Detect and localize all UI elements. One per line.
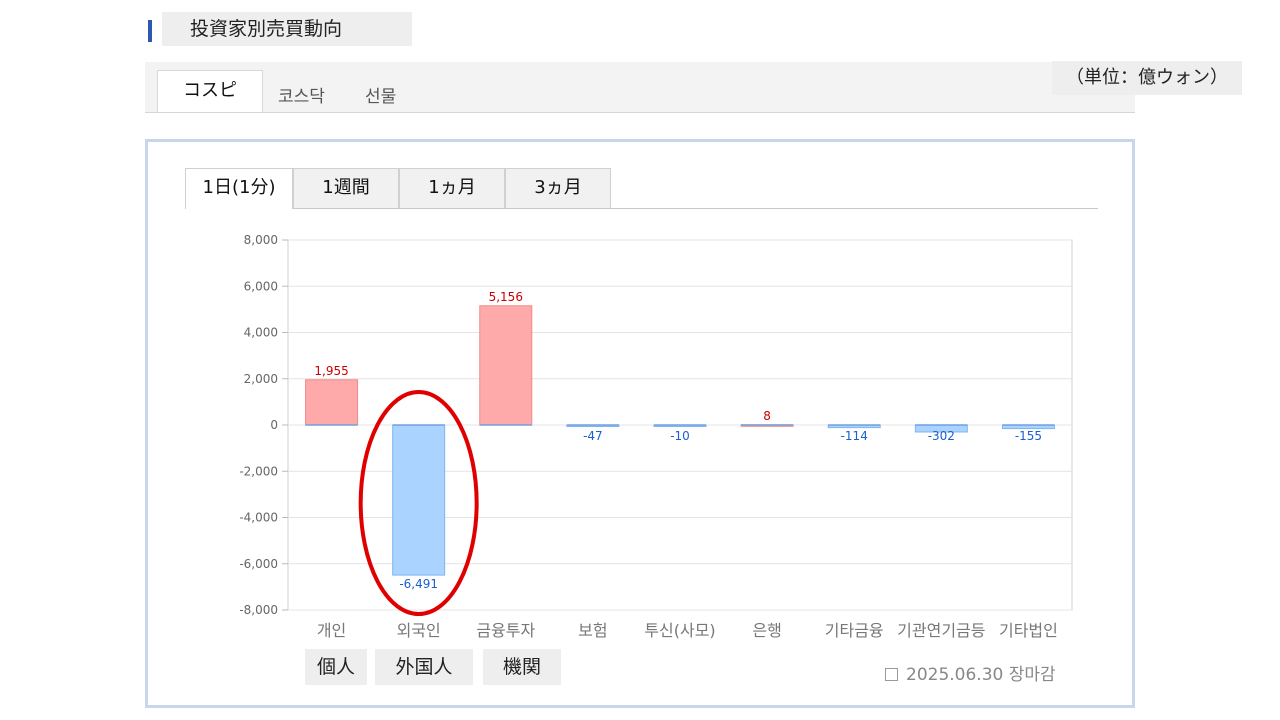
section-accent-bar: [148, 20, 152, 42]
period-tabs: 1日(1分) 1週間 1ヵ月 3ヵ月: [185, 168, 1098, 209]
investor-label-institution: 機関: [483, 649, 561, 685]
tab-1month[interactable]: 1ヵ月: [399, 168, 505, 208]
tab-kosdaq[interactable]: 코스닥: [278, 82, 325, 107]
section-title: 投資家別売買動向: [162, 12, 412, 46]
tab-1week[interactable]: 1週間: [293, 168, 399, 208]
footnote-status: 장마감: [1008, 665, 1056, 685]
tab-kospi[interactable]: コスピ: [157, 70, 263, 112]
market-tab-strip: コスピ 코스닥 선물: [145, 62, 1135, 113]
footnote-date: 2025.06.30: [906, 665, 1004, 685]
investor-label-foreign: 外国人: [375, 649, 473, 685]
tab-3month[interactable]: 3ヵ月: [505, 168, 611, 208]
investor-label-individual: 個人: [305, 649, 367, 685]
update-footnote: 2025.06.30 장마감: [885, 660, 1056, 685]
tab-futures[interactable]: 선물: [365, 82, 396, 107]
chart-panel: 1日(1分) 1週間 1ヵ月 3ヵ月: [145, 139, 1135, 708]
unit-label: （単位：億ウォン）: [1052, 61, 1242, 95]
calendar-icon: [885, 668, 898, 681]
tab-1day[interactable]: 1日(1分): [185, 168, 293, 209]
